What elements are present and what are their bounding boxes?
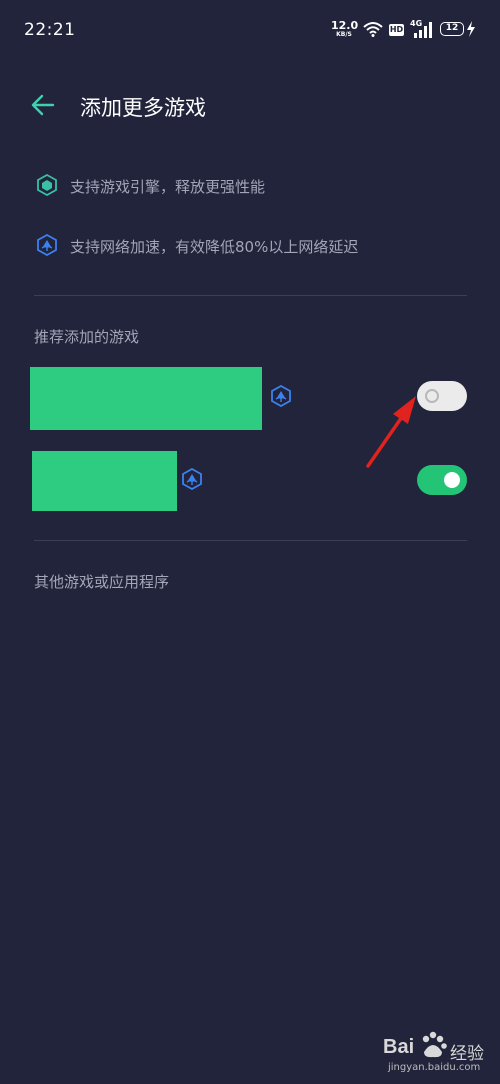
game-2-toggle[interactable]	[417, 465, 467, 495]
network-accel-icon	[37, 234, 57, 256]
network-speed-value: 12.0	[331, 19, 359, 32]
signal-bars-icon	[414, 22, 432, 38]
status-time: 22:21	[24, 20, 76, 40]
watermark-url: jingyan.baidu.com	[388, 1062, 481, 1073]
watermark-brand: Bai	[383, 1036, 415, 1058]
divider	[34, 295, 467, 296]
feature-network-text: 支持网络加速，有效降低80%以上网络延迟	[70, 238, 359, 256]
annotation-arrow-icon	[366, 396, 416, 468]
back-arrow-icon[interactable]	[31, 94, 55, 116]
wifi-icon	[363, 22, 383, 37]
feature-engine-text: 支持游戏引擎，释放更强性能	[70, 178, 266, 196]
network-accel-icon	[271, 385, 291, 407]
network-speed-unit: KB/S	[336, 31, 352, 38]
charging-icon	[467, 21, 475, 37]
toggle-knob	[425, 389, 439, 403]
page-title: 添加更多游戏	[80, 96, 206, 120]
toggle-knob	[444, 472, 460, 488]
hd-badge: HD	[389, 24, 404, 36]
network-accel-icon	[182, 468, 202, 490]
game-engine-icon	[37, 174, 57, 196]
divider	[34, 540, 467, 541]
network-speed: 12.0 KB/S	[331, 19, 359, 38]
battery-indicator: 12	[440, 22, 464, 36]
game-1-toggle[interactable]	[417, 381, 467, 411]
recommended-section-title: 推荐添加的游戏	[34, 328, 140, 346]
watermark-jingyan: 经验	[450, 1044, 484, 1064]
other-apps-section-title[interactable]: 其他游戏或应用程序	[34, 571, 169, 592]
game-item-1[interactable]	[30, 367, 262, 430]
game-item-2[interactable]	[32, 451, 177, 511]
paw-logo-icon	[422, 1031, 447, 1058]
